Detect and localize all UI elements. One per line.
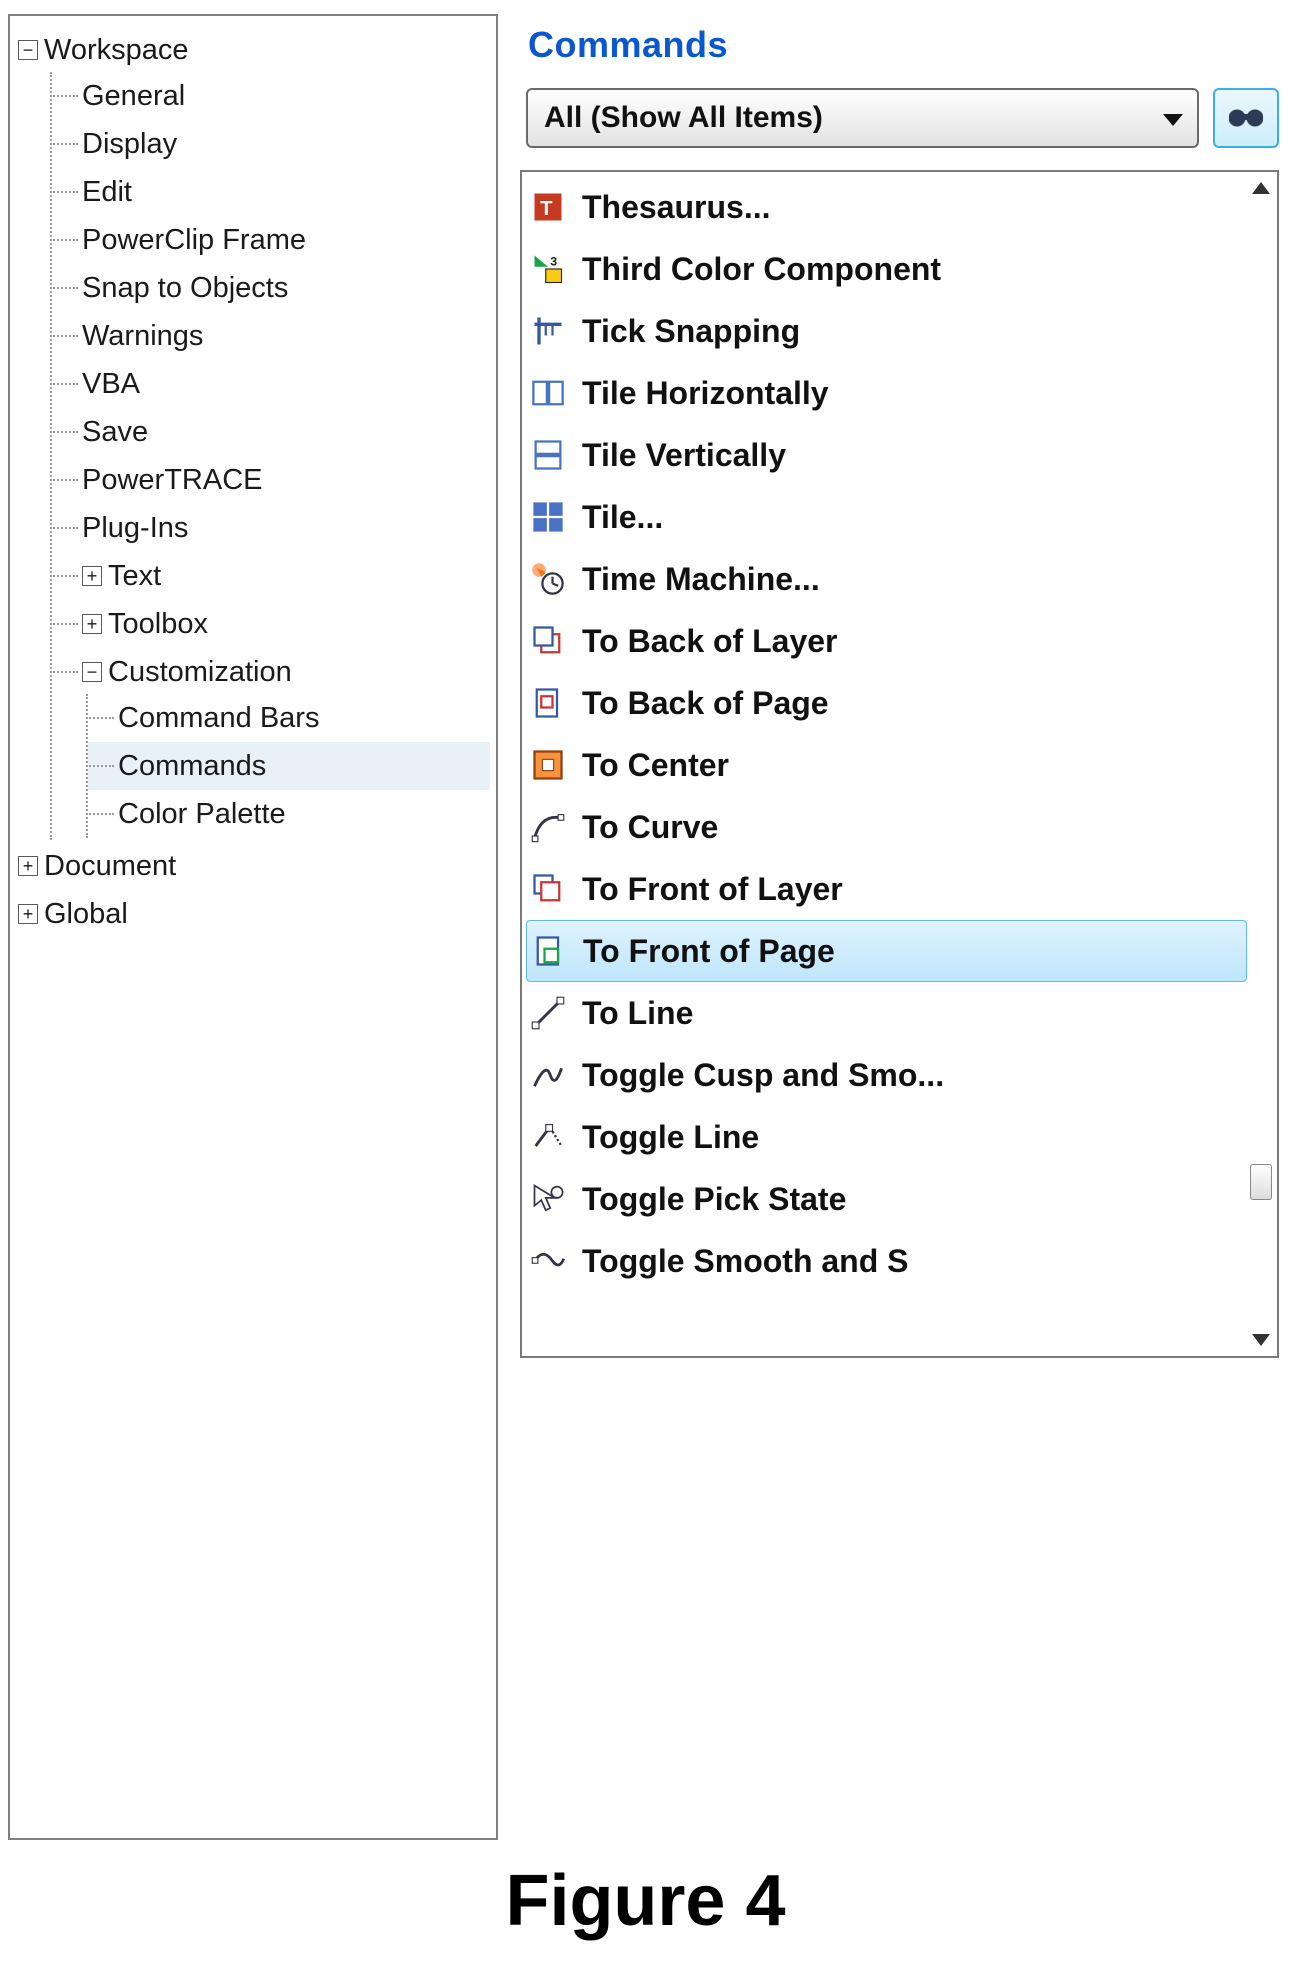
tree-node-powertrace[interactable]: PowerTRACE [52,456,490,504]
to-back-page-icon [530,685,566,721]
tree-node-text[interactable]: Text [52,552,490,600]
tree-node-save[interactable]: Save [52,408,490,456]
command-item[interactable]: Tile... [522,486,1277,548]
command-label: Toggle Pick State [582,1181,846,1218]
tree-node-general[interactable]: General [52,72,490,120]
command-label: Time Machine... [582,561,820,598]
binoculars-icon [1229,106,1263,130]
to-back-layer-icon [530,623,566,659]
to-front-layer-icon [530,871,566,907]
expand-icon[interactable] [82,614,102,634]
svg-text:T: T [540,198,553,220]
tree-node-warnings[interactable]: Warnings [52,312,490,360]
figure-caption: Figure 4 [0,1860,1291,1942]
commands-panel: Commands All (Show All Items) T Thesaurus… [516,14,1283,1840]
command-item[interactable]: To Front of Layer [522,858,1277,920]
expand-icon[interactable] [82,566,102,586]
command-item[interactable]: To Line [522,982,1277,1044]
chevron-down-icon [1163,114,1183,126]
to-curve-icon [530,809,566,845]
command-item[interactable]: Toggle Pick State [522,1168,1277,1230]
command-item[interactable]: To Back of Layer [522,610,1277,672]
command-label: To Curve [582,809,718,846]
commands-listbox[interactable]: T Thesaurus... 3 Third Color Component Tick … [520,170,1279,1358]
command-item[interactable]: Time Machine... [522,548,1277,610]
command-label: To Center [582,747,729,784]
scroll-down-icon[interactable] [1252,1334,1270,1346]
toggle-pick-icon [530,1181,566,1217]
command-label: To Back of Layer [582,623,837,660]
command-label: Thesaurus... [582,189,771,226]
svg-text:3: 3 [550,255,557,269]
command-item[interactable]: To Front of Page [526,920,1247,982]
expand-icon[interactable] [18,904,38,924]
command-label: Tile Vertically [582,437,786,474]
tree-node-global[interactable]: Global [16,890,490,938]
tree-node-plugins[interactable]: Plug-Ins [52,504,490,552]
collapse-icon[interactable] [82,662,102,682]
command-label: Tick Snapping [582,313,800,350]
command-label: To Front of Layer [582,871,843,908]
tile-icon [530,499,566,535]
tree-node-command-bars[interactable]: Command Bars [88,694,490,742]
command-item[interactable]: Tile Vertically [522,424,1277,486]
command-item[interactable]: To Back of Page [522,672,1277,734]
command-label: Tile... [582,499,663,536]
tile-h-icon [530,375,566,411]
search-button[interactable] [1213,88,1279,148]
panel-title: Commands [528,24,1279,66]
tree-node-workspace[interactable]: Workspace General Display Edit PowerClip… [16,26,490,842]
collapse-icon[interactable] [18,40,38,60]
tree-node-document[interactable]: Document [16,842,490,890]
to-line-icon [530,995,566,1031]
tick-snap-icon [530,313,566,349]
command-item[interactable]: Tick Snapping [522,300,1277,362]
tree-node-powerclip[interactable]: PowerClip Frame [52,216,490,264]
command-item[interactable]: To Curve [522,796,1277,858]
command-item[interactable]: T Thesaurus... [522,176,1277,238]
tree-node-snap[interactable]: Snap to Objects [52,264,490,312]
command-label: To Back of Page [582,685,829,722]
tree-node-color-palette[interactable]: Color Palette [88,790,490,838]
toggle-cusp-icon [530,1057,566,1093]
to-front-page-icon [531,933,567,969]
options-tree: Workspace General Display Edit PowerClip… [8,14,498,1840]
command-label: Toggle Line [582,1119,759,1156]
command-item[interactable]: To Center [522,734,1277,796]
toggle-line-icon [530,1119,566,1155]
expand-icon[interactable] [18,856,38,876]
command-label: Tile Horizontally [582,375,829,412]
command-label: To Line [582,995,693,1032]
command-item[interactable]: 3 Third Color Component [522,238,1277,300]
command-item[interactable]: Toggle Line [522,1106,1277,1168]
toggle-smooth-icon [530,1243,566,1279]
tree-node-commands[interactable]: Commands [88,742,490,790]
command-label: Toggle Cusp and Smo... [582,1057,944,1094]
scroll-thumb[interactable] [1250,1164,1272,1200]
thesaurus-icon: T [530,189,566,225]
tree-node-customization[interactable]: Customization Command Bars Commands Colo… [52,648,490,840]
tree-node-toolbox[interactable]: Toolbox [52,600,490,648]
tree-node-display[interactable]: Display [52,120,490,168]
command-item[interactable]: Toggle Smooth and S [522,1230,1277,1292]
third-color-icon: 3 [530,251,566,287]
category-filter-dropdown[interactable]: All (Show All Items) [526,88,1199,148]
tile-v-icon [530,437,566,473]
scroll-up-icon[interactable] [1252,182,1270,194]
time-machine-icon [530,561,566,597]
tree-node-vba[interactable]: VBA [52,360,490,408]
scrollbar[interactable] [1247,174,1275,1354]
tree-node-edit[interactable]: Edit [52,168,490,216]
command-label: To Front of Page [583,933,835,970]
command-label: Toggle Smooth and S [582,1243,909,1280]
command-item[interactable]: Toggle Cusp and Smo... [522,1044,1277,1106]
dropdown-value: All (Show All Items) [544,101,823,135]
command-label: Third Color Component [582,251,941,288]
command-item[interactable]: Tile Horizontally [522,362,1277,424]
to-center-icon [530,747,566,783]
tree-label: Workspace [44,34,189,67]
